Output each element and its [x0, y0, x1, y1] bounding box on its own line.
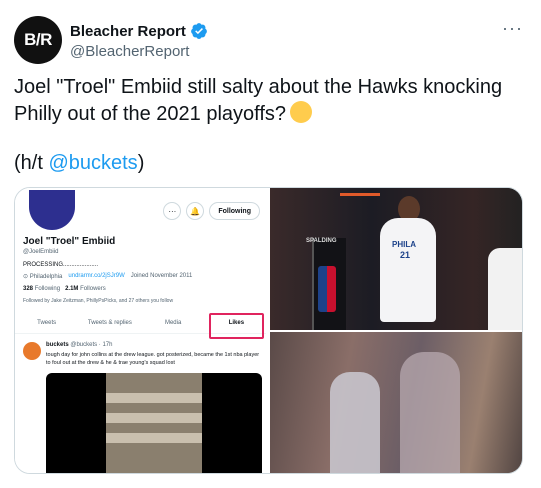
embedded-actions: ··· 🔔 Following	[163, 202, 260, 220]
embedded-tweet-avatar	[23, 342, 41, 360]
embedded-followed-by: Followed by Jake Zeitzman, PhillyPsPicks…	[23, 298, 174, 304]
embedded-tabs: Tweets Tweets & replies Media Likes	[15, 312, 266, 339]
embedded-notify-icon: 🔔	[186, 202, 205, 220]
bleachers-row	[106, 413, 202, 423]
tweet-body: Joel "Troel" Embiid still salty about th…	[14, 76, 503, 125]
embedded-tab-tweets: Tweets	[37, 319, 57, 326]
media-profile-screenshot[interactable]: ··· 🔔 Following Joel "Troel" Embiid @Joe…	[15, 188, 268, 473]
spalding-label: SPALDING	[306, 238, 337, 244]
embedded-tab-likes: Likes	[205, 312, 266, 339]
author-display-name[interactable]: Bleacher Report	[70, 22, 208, 40]
bleachers-row	[106, 393, 202, 403]
grinning-sweat-emoji-icon	[290, 101, 313, 123]
embedded-tab-replies: Tweets & replies	[87, 319, 132, 326]
author-handle[interactable]: @BleacherReport	[70, 43, 208, 60]
embedded-bio: PROCESSING.....................	[23, 262, 99, 268]
media-blurred-photo[interactable]	[270, 332, 522, 473]
embedded-tweet-header: buckets @buckets · 17h	[46, 342, 113, 348]
embedded-meta: ⊙ Philadelphia undrarmr.co/2jSJr9W Joine…	[23, 273, 192, 280]
embedded-video-frame	[106, 373, 202, 473]
author-names: Bleacher Report @BleacherReport	[70, 22, 208, 60]
player-embiid	[380, 218, 436, 322]
blurred-crowd	[270, 332, 522, 473]
embedded-handle: @JoelEmbiid	[23, 249, 59, 255]
embedded-joined: Joined November 2011	[130, 273, 193, 279]
basketball-hoop	[340, 188, 380, 196]
embedded-more-icon: ···	[163, 202, 182, 220]
verified-badge-icon	[190, 23, 207, 39]
hat-tip-suffix: )	[137, 152, 145, 174]
embedded-video	[46, 373, 262, 473]
likes-highlight-box	[208, 313, 264, 339]
embedded-tweet-text: tough day for john collins at the drew l…	[46, 352, 260, 366]
more-horizontal-icon[interactable]: ···	[502, 18, 523, 39]
media-game-photo[interactable]: SPALDING PHILA 21	[270, 188, 522, 330]
mention-link[interactable]: @buckets	[48, 152, 137, 174]
blurred-player	[330, 372, 380, 473]
player-defender	[488, 248, 522, 330]
media-grid: ··· 🔔 Following Joel "Troel" Embiid @Joe…	[14, 187, 523, 474]
tweet-text: Joel "Troel" Embiid still salty about th…	[14, 74, 524, 128]
hat-tip-prefix: (h/t	[14, 152, 49, 174]
nba-logo-icon	[318, 266, 336, 312]
tweet-header: B/R Bleacher Report @BleacherReport ···	[14, 16, 527, 66]
jersey-name: PHILA	[392, 240, 416, 249]
jersey-number: 21	[400, 250, 411, 260]
embedded-location: ⊙ Philadelphia	[23, 274, 63, 280]
blurred-player	[400, 352, 460, 473]
tweet-hat-tip: (h/t @buckets)	[14, 152, 144, 175]
embedded-link: undrarmr.co/2jSJr9W	[68, 273, 125, 279]
embedded-follow-button: Following	[209, 202, 260, 220]
embedded-stats: 328 Following 2.1M Followers	[23, 286, 106, 292]
embedded-name: Joel "Troel" Embiid	[23, 236, 116, 247]
embedded-tab-media: Media	[164, 319, 182, 326]
embedded-avatar	[29, 190, 75, 230]
bleachers-row	[106, 433, 202, 443]
author-avatar[interactable]: B/R	[14, 16, 62, 64]
author-display-name-text[interactable]: Bleacher Report	[70, 23, 186, 40]
